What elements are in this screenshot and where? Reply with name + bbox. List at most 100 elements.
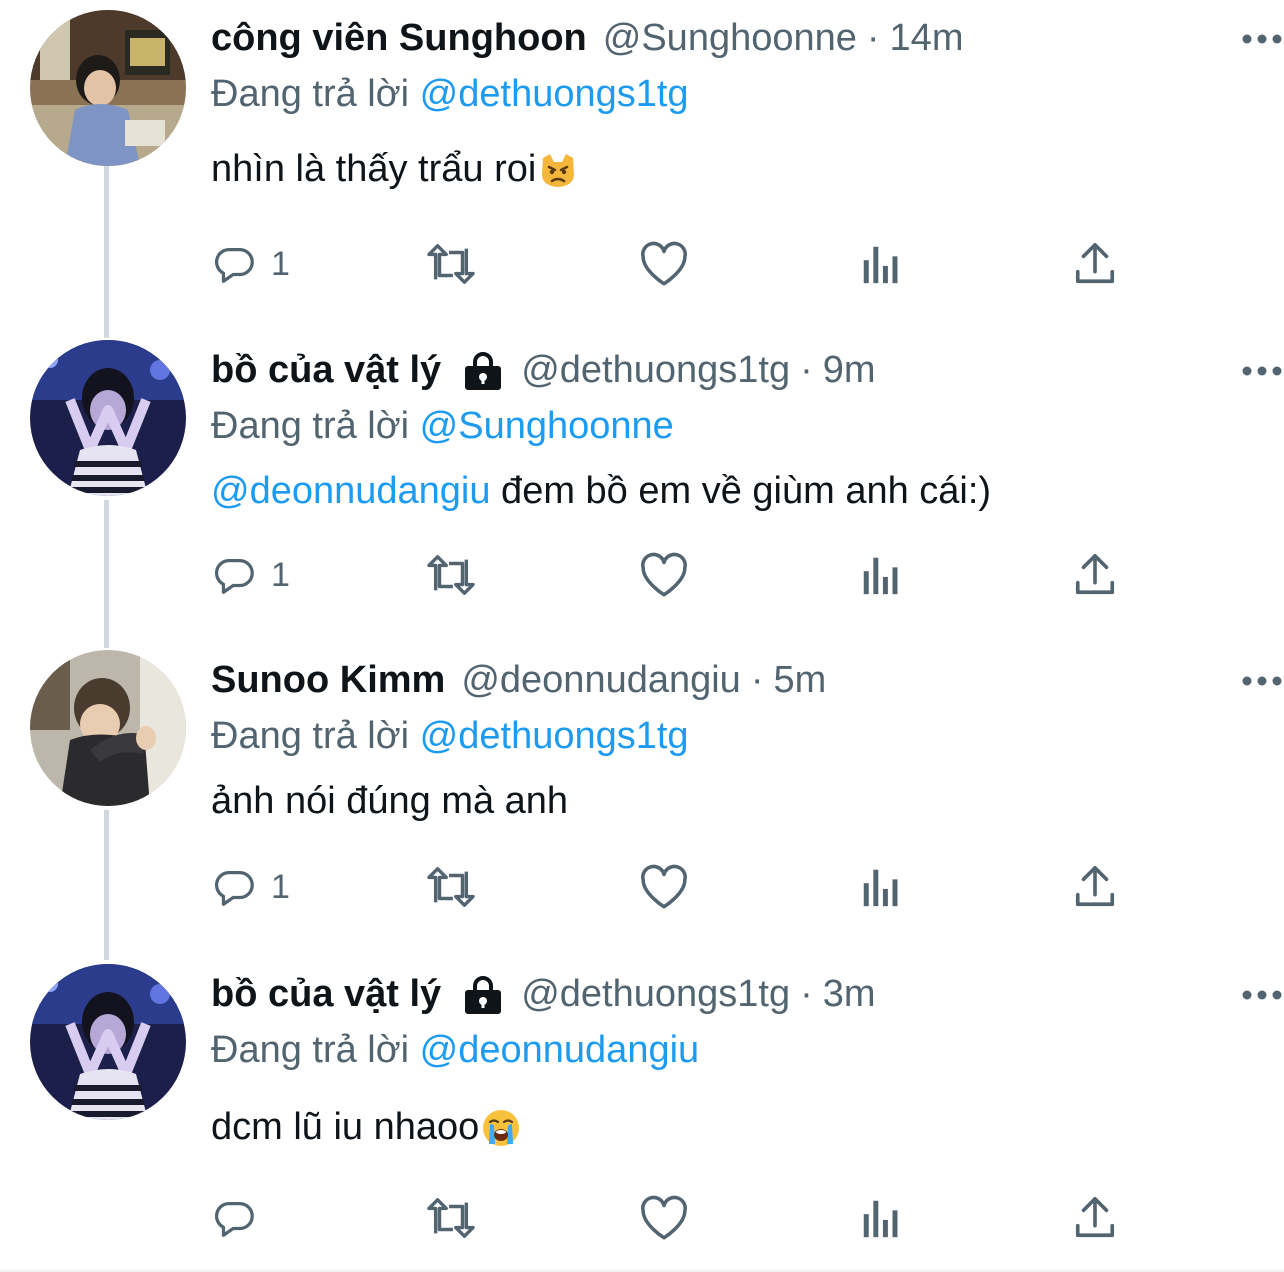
loudly-crying-emoji [481, 1108, 521, 1148]
reply-icon [211, 552, 257, 598]
views-button[interactable] [861, 237, 901, 291]
replying-to-handle[interactable]: @dethuongs1tg [420, 73, 689, 115]
tweet-text: @deonnudangiu đem bồ em về giùm anh cái:… [211, 470, 1244, 513]
retweet-button[interactable] [423, 237, 479, 291]
user-handle[interactable]: @dethuongs1tg [521, 973, 790, 1016]
like-button[interactable] [639, 1191, 689, 1245]
mention-link[interactable]: @deonnudangiu [211, 470, 491, 513]
avatar[interactable] [30, 10, 186, 166]
tweet-text-content: nhìn là thấy trẩu roi [211, 148, 537, 190]
separator-dot: · [800, 972, 813, 1015]
like-button[interactable] [639, 860, 689, 914]
like-button[interactable] [639, 548, 689, 602]
display-name[interactable]: công viên Sunghoon [211, 17, 587, 60]
heart-icon [639, 552, 689, 598]
more-icon[interactable] [1240, 32, 1284, 46]
more-icon[interactable] [1240, 988, 1284, 1002]
tweet[interactable]: Sunoo Kimm @deonnudangiu · 5m Đang trả l… [0, 650, 1284, 950]
reply-count: 1 [271, 244, 290, 283]
replying-to-handle[interactable]: @Sunghoonne [420, 405, 674, 447]
replying-to-handle[interactable]: @dethuongs1tg [420, 715, 689, 757]
user-handle[interactable]: @deonnudangiu [461, 659, 741, 702]
replying-to: Đang trả lời @Sunghoonne [211, 400, 1244, 452]
separator-dot: · [866, 16, 880, 59]
lock-icon [461, 350, 505, 390]
tweet[interactable]: bồ của vật lý @dethuongs1tg · 3m Đang tr… [0, 964, 1284, 1272]
tweet-actions: 1 [211, 860, 1131, 914]
views-button[interactable] [861, 860, 901, 914]
retweet-button[interactable] [423, 860, 479, 914]
retweet-button[interactable] [423, 548, 479, 602]
pouting-cat-emoji [538, 150, 578, 190]
tweet-actions [211, 1191, 1131, 1245]
timestamp[interactable]: 9m [823, 349, 876, 392]
heart-icon [639, 241, 689, 287]
tweet-text: ảnh nói đúng mà anh [211, 780, 1244, 823]
views-button[interactable] [861, 1191, 901, 1245]
replying-to-label: Đang trả lời [211, 715, 410, 757]
tweet[interactable]: công viên Sunghoon @Sunghoonne · 14m Đan… [0, 8, 1284, 318]
tweet-text: nhìn là thấy trẩu roi [211, 148, 1244, 191]
heart-icon [639, 864, 689, 910]
retweet-icon [423, 552, 479, 598]
timestamp[interactable]: 5m [773, 659, 826, 702]
tweet-actions: 1 [211, 548, 1131, 602]
reply-button[interactable]: 1 [211, 237, 290, 291]
reply-count: 1 [271, 867, 290, 906]
separator-dot: · [750, 658, 764, 701]
separator-dot: · [800, 348, 813, 391]
share-button[interactable] [1073, 1191, 1117, 1245]
timestamp[interactable]: 14m [890, 17, 964, 60]
reply-icon [211, 241, 257, 287]
avatar[interactable] [30, 964, 186, 1120]
share-button[interactable] [1073, 237, 1117, 291]
tweet-text-content: dcm lũ iu nhaoo [211, 1106, 480, 1148]
avatar[interactable] [30, 340, 186, 496]
reply-count: 1 [271, 555, 290, 594]
display-name[interactable]: Sunoo Kimm [211, 659, 445, 702]
views-icon [861, 241, 901, 287]
retweet-icon [423, 1195, 479, 1241]
avatar[interactable] [30, 650, 186, 806]
retweet-icon [423, 241, 479, 287]
timestamp[interactable]: 3m [823, 973, 876, 1016]
share-icon [1073, 241, 1117, 287]
share-icon [1073, 1195, 1117, 1241]
reply-icon [211, 1195, 257, 1241]
tweet-text-content: ảnh nói đúng mà anh [211, 780, 569, 822]
display-name[interactable]: bồ của vật lý [211, 349, 441, 392]
lock-icon [461, 974, 505, 1014]
views-icon [861, 1195, 901, 1241]
replying-to: Đang trả lời @dethuongs1tg [211, 68, 1244, 120]
reply-button[interactable]: 1 [211, 860, 290, 914]
replying-to-label: Đang trả lời [211, 405, 410, 447]
replying-to: Đang trả lời @deonnudangiu [211, 1024, 1244, 1076]
share-button[interactable] [1073, 548, 1117, 602]
share-icon [1073, 552, 1117, 598]
tweet-text-content: đem bồ em về giùm anh cái:) [490, 470, 992, 512]
tweet-actions: 1 [211, 237, 1131, 291]
replying-to-label: Đang trả lời [211, 73, 410, 115]
retweet-button[interactable] [423, 1191, 479, 1245]
share-button[interactable] [1073, 860, 1117, 914]
reply-icon [211, 864, 257, 910]
replying-to-label: Đang trả lời [211, 1029, 410, 1071]
replying-to: Đang trả lời @dethuongs1tg [211, 710, 1244, 762]
reply-button[interactable] [211, 1191, 271, 1245]
views-icon [861, 864, 901, 910]
like-button[interactable] [639, 237, 689, 291]
replying-to-handle[interactable]: @deonnudangiu [420, 1029, 700, 1071]
reply-button[interactable]: 1 [211, 548, 290, 602]
more-icon[interactable] [1240, 674, 1284, 688]
user-handle[interactable]: @dethuongs1tg [521, 349, 790, 392]
heart-icon [639, 1195, 689, 1241]
tweet[interactable]: bồ của vật lý @dethuongs1tg · 9m Đang tr… [0, 340, 1284, 640]
retweet-icon [423, 864, 479, 910]
views-button[interactable] [861, 548, 901, 602]
share-icon [1073, 864, 1117, 910]
views-icon [861, 552, 901, 598]
more-icon[interactable] [1240, 364, 1284, 378]
display-name[interactable]: bồ của vật lý [211, 973, 441, 1016]
tweet-text: dcm lũ iu nhaoo [211, 1106, 1244, 1149]
user-handle[interactable]: @Sunghoonne [603, 17, 857, 60]
